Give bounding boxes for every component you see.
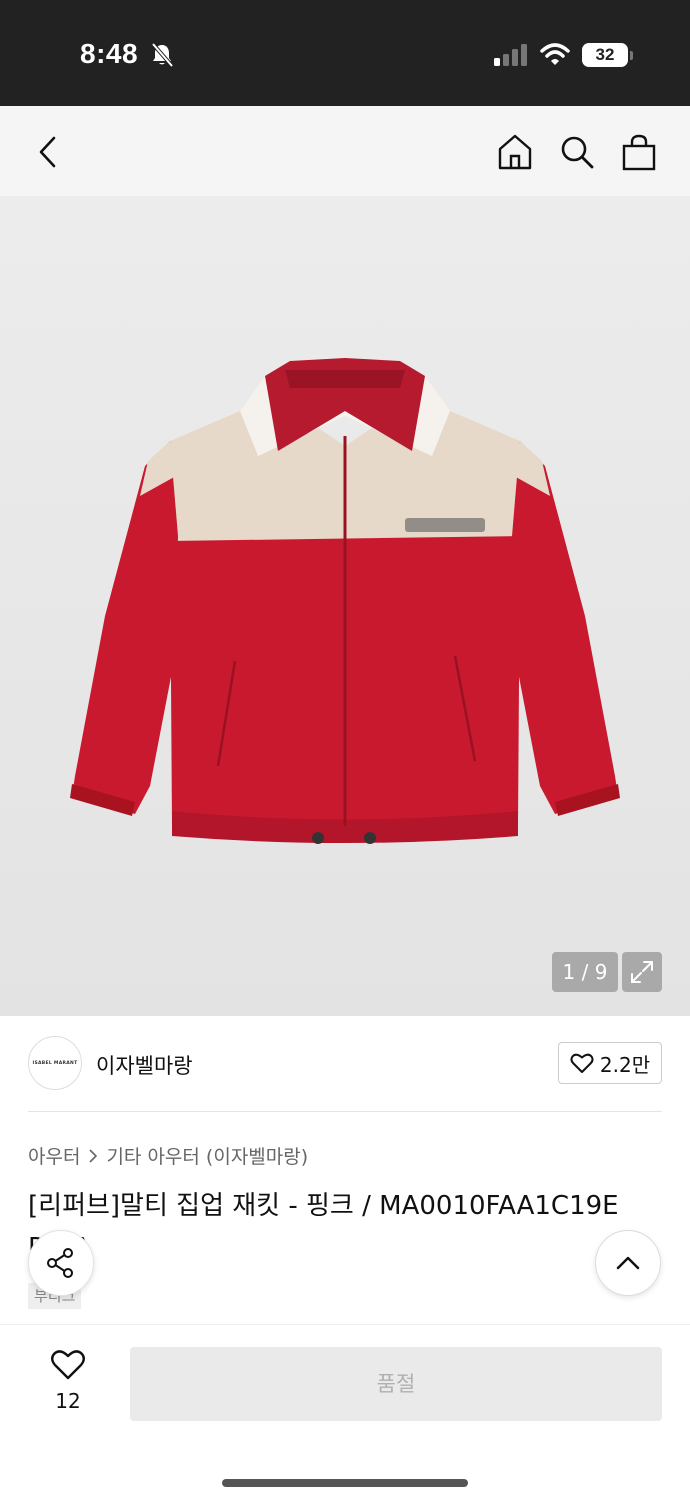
brand-logo-text: ISABEL MARANT: [32, 1060, 78, 1066]
share-icon: [47, 1248, 73, 1278]
scroll-to-top-button[interactable]: [595, 1230, 661, 1296]
back-button[interactable]: [26, 130, 70, 174]
product-title: [리퍼브]말티 집업 재킷 - 핑크 / MA0010FAA1C19E PKFA: [28, 1191, 619, 1263]
heart-icon: [570, 1053, 594, 1073]
status-time: 8:48: [80, 38, 139, 69]
divider: [28, 1111, 662, 1112]
image-counter: 1 / 9: [552, 952, 618, 992]
breadcrumb-category[interactable]: 아우터: [28, 1142, 80, 1169]
brand-row[interactable]: ISABEL MARANT 이자벨마랑 2.2만: [28, 1036, 662, 1092]
home-icon: [498, 134, 532, 170]
battery-tip: [630, 51, 633, 60]
product-image[interactable]: 1 / 9: [0, 196, 690, 1016]
bottom-bar: 12 품절: [0, 1324, 690, 1500]
chevron-up-icon: [616, 1256, 640, 1270]
chevron-left-icon: [39, 136, 56, 168]
signal-icon: [494, 44, 530, 70]
wifi-icon: [540, 42, 570, 70]
nav-bar: [0, 106, 690, 196]
brand-like-button[interactable]: 2.2만: [558, 1042, 662, 1084]
wishlist-button[interactable]: 12: [40, 1349, 96, 1413]
wishlist-count: 12: [55, 1389, 81, 1413]
home-button[interactable]: [493, 130, 537, 174]
expand-image-button[interactable]: [622, 952, 662, 992]
breadcrumb: 아우터 기타 아우터 (이자벨마랑): [28, 1142, 308, 1169]
soldout-button[interactable]: 품절: [130, 1347, 662, 1421]
expand-icon: [631, 961, 653, 983]
search-icon: [561, 136, 594, 169]
brand-logo[interactable]: ISABEL MARANT: [28, 1036, 82, 1090]
heart-icon: [51, 1350, 85, 1380]
breadcrumb-subcategory[interactable]: 기타 아우터 (이자벨마랑): [106, 1142, 308, 1169]
status-bar: 8:48 32: [0, 0, 690, 106]
brand-like-count: 2.2만: [599, 1052, 651, 1077]
battery-indicator: 32: [582, 43, 628, 67]
shopping-bag-icon: [622, 134, 656, 171]
chevron-right-icon: [89, 1148, 98, 1163]
search-button[interactable]: [555, 130, 599, 174]
share-button[interactable]: [28, 1230, 94, 1296]
cart-button[interactable]: [617, 130, 661, 174]
brand-name[interactable]: 이자벨마랑: [96, 1050, 193, 1080]
home-indicator: [222, 1479, 468, 1487]
bell-off-icon: [150, 42, 174, 72]
jacket-image: [70, 358, 620, 844]
